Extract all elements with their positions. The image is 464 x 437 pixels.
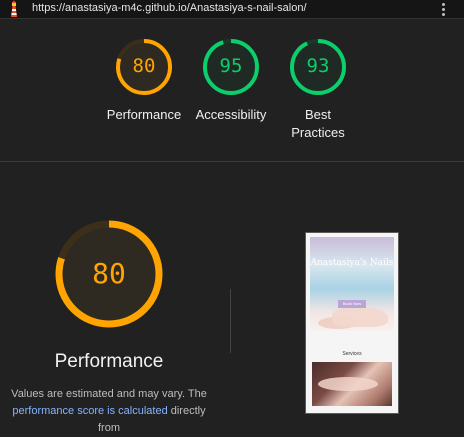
screenshot-photo-hand [318,377,378,391]
gauge-label: Best Practices [291,107,345,140]
note-text: Values are estimated and may vary. The [11,388,207,400]
performance-title: Performance [54,351,164,372]
screenshot-book-button: Book Now [338,300,366,308]
gauge-score: 95 [219,55,243,77]
performance-gauge: 80 [54,219,164,329]
final-screenshot[interactable]: Anastasiya's Nails Book Now Services [305,232,399,414]
report-url[interactable]: https://anastasiya-m4c.github.io/Anastas… [32,2,307,14]
gauge-score: 80 [132,55,156,77]
performance-note: Values are estimated and may vary. The p… [0,386,218,437]
gauge-label: Accessibility [195,107,267,122]
gauge-performance[interactable]: 80 Performance [104,38,184,124]
screenshot-site-title: Anastasiya's Nails [310,258,394,268]
performance-score-link[interactable]: performance score is calculated [12,405,167,417]
top-bar: https://anastasiya-m4c.github.io/Anastas… [0,0,464,19]
vertical-divider [230,289,231,353]
lighthouse-icon [11,0,17,17]
gauge-best-practices[interactable]: 93 Best Practices [278,38,358,142]
section-divider [0,161,464,162]
screenshot-hand-image [332,307,388,327]
gauge-accessibility[interactable]: 95 Accessibility [191,38,271,124]
gauge-score: 93 [306,55,330,77]
performance-score: 80 [92,257,126,290]
more-vert-icon[interactable] [438,0,448,18]
screenshot-services-heading: Services [342,351,362,357]
gauge-label: Performance [106,107,182,122]
screenshot-hero: Anastasiya's Nails Book Now [310,237,394,331]
